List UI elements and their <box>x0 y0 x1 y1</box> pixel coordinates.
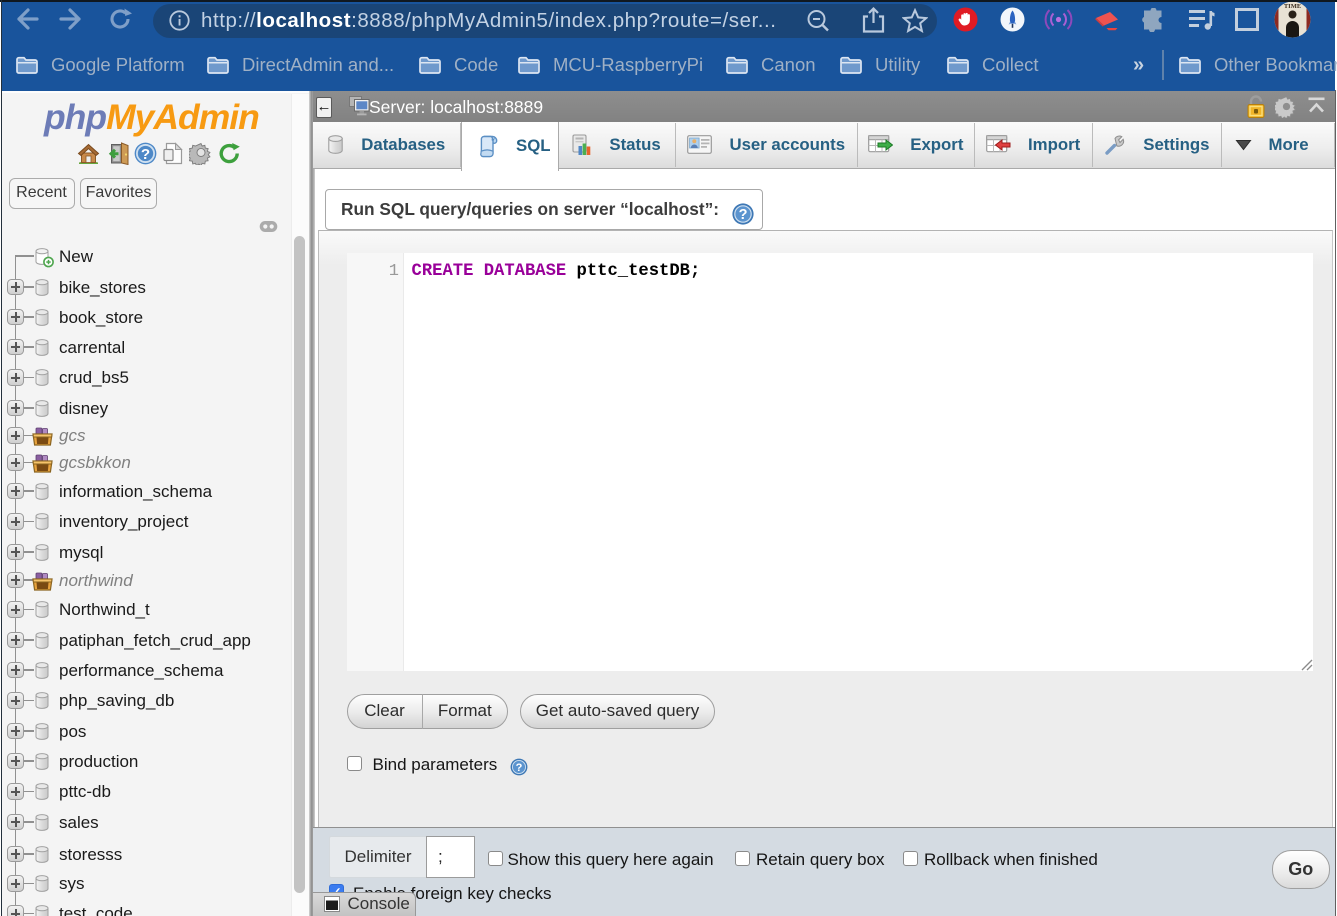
svg-text:TIME: TIME <box>1284 3 1301 10</box>
svg-text:?: ? <box>516 762 523 774</box>
svg-text:?: ? <box>141 146 150 163</box>
svg-text:?: ? <box>739 207 748 223</box>
